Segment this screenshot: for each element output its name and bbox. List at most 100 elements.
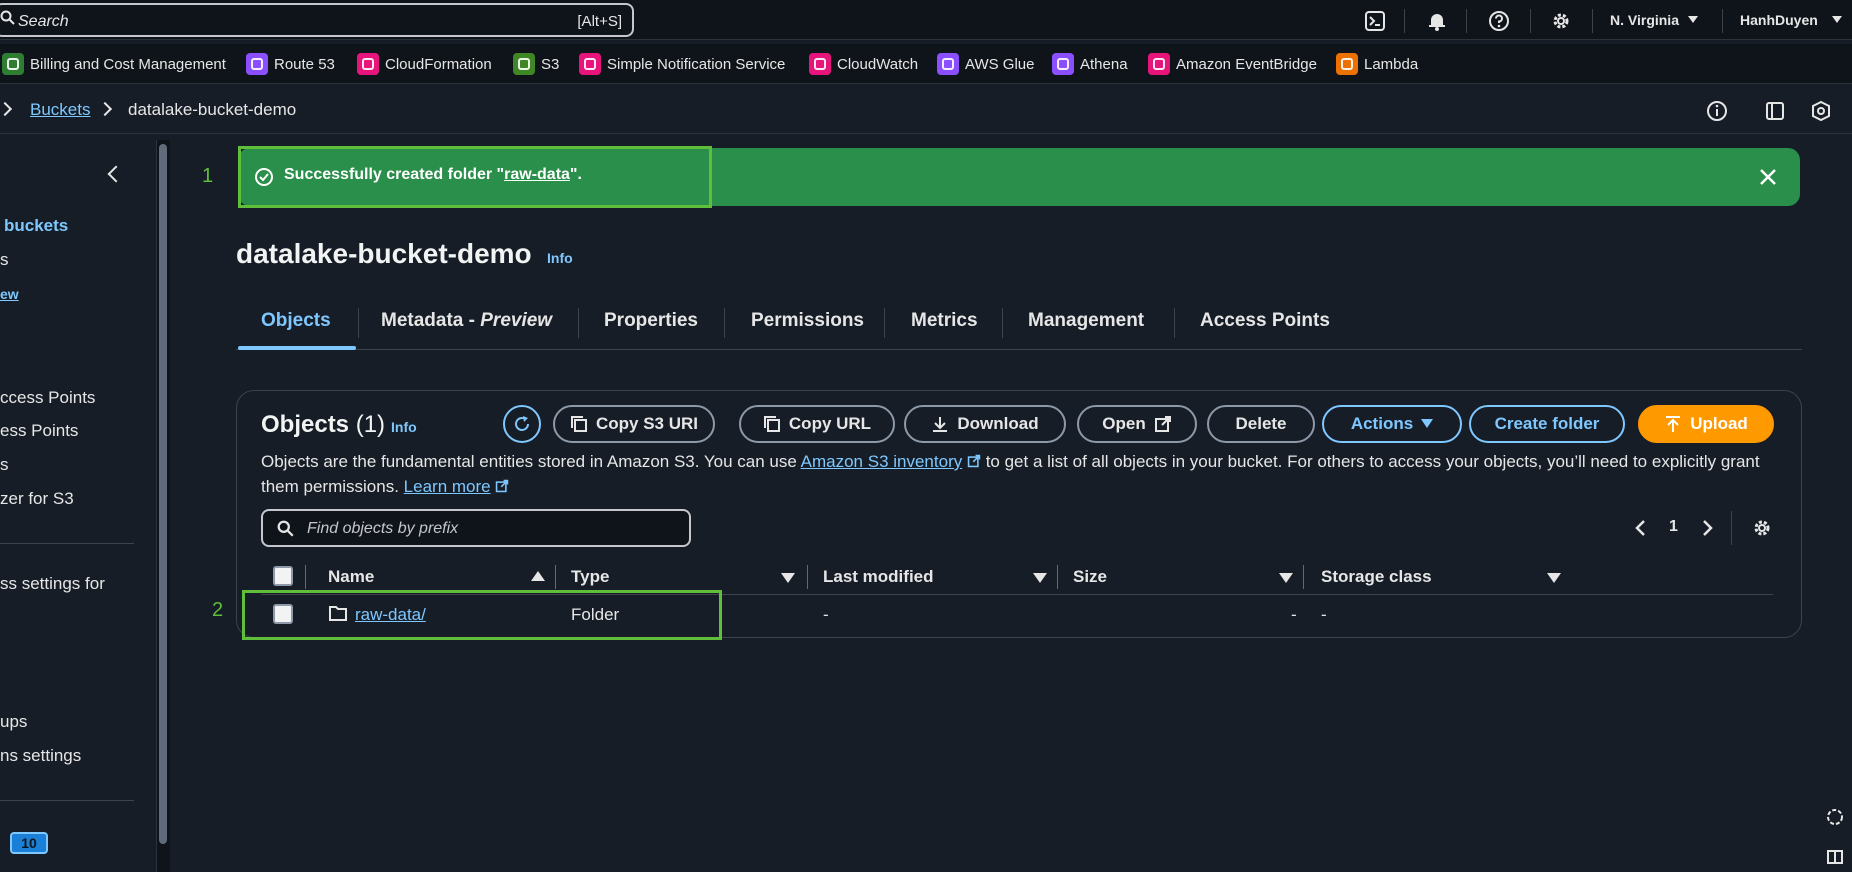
sidebar-scrollbar[interactable]: [159, 144, 167, 844]
tab-metrics[interactable]: Metrics: [911, 310, 978, 332]
sidebar-item-settings-2[interactable]: ns settings: [0, 746, 81, 766]
active-tab-indicator: [238, 346, 356, 350]
tab-management[interactable]: Management: [1028, 310, 1144, 332]
annotation-highlight-box: [238, 146, 712, 208]
sidebar-item-buckets[interactable]: buckets: [4, 216, 68, 236]
tab-objects[interactable]: Objects: [261, 310, 331, 332]
select-all-checkbox[interactable]: [273, 566, 293, 586]
sort-icon[interactable]: [1279, 573, 1293, 583]
favorite-glue[interactable]: AWS Glue: [937, 52, 1034, 76]
sort-icon[interactable]: [1033, 573, 1047, 583]
refresh-icon: [515, 416, 529, 431]
cloudwatch-service-icon: [809, 53, 831, 75]
column-header-size[interactable]: Size: [1073, 567, 1107, 587]
search-placeholder: Search: [18, 13, 69, 30]
notification-count-badge[interactable]: 10: [10, 832, 48, 854]
favorite-eventbridge[interactable]: Amazon EventBridge: [1148, 52, 1317, 76]
actions-dropdown-button[interactable]: Actions: [1322, 405, 1462, 443]
tab-metadata[interactable]: Metadata - Preview: [381, 310, 552, 332]
sidebar-item[interactable]: s: [0, 455, 9, 475]
feedback-icon[interactable]: [1826, 808, 1844, 826]
sidebar-item[interactable]: s: [0, 250, 9, 270]
copy-s3-uri-button[interactable]: Copy S3 URI: [553, 405, 715, 443]
page-title: datalake-bucket-demo: [236, 238, 532, 269]
sidebar-item-access-points-2[interactable]: ess Points: [0, 421, 78, 441]
security-icon[interactable]: [1810, 100, 1832, 122]
column-divider: [305, 565, 306, 589]
bucket-tabs: Objects Metadata - Preview Properties Pe…: [236, 298, 1802, 350]
region-selector[interactable]: N. Virginia: [1610, 12, 1679, 28]
previous-page-icon[interactable]: [1633, 519, 1647, 537]
column-divider: [555, 565, 556, 589]
book-icon[interactable]: [1826, 848, 1844, 866]
cloudshell-icon[interactable]: [1364, 10, 1386, 32]
column-header-type[interactable]: Type: [571, 567, 609, 587]
close-icon[interactable]: [1756, 165, 1780, 189]
sort-ascending-icon[interactable]: [531, 571, 545, 581]
s3-service-icon: [513, 53, 535, 75]
annotation-highlight-box: [242, 590, 722, 640]
table-settings-gear-icon[interactable]: [1751, 517, 1773, 539]
favorite-cloudwatch[interactable]: CloudWatch: [809, 52, 918, 76]
help-icon[interactable]: [1488, 10, 1510, 32]
favorite-lambda[interactable]: Lambda: [1336, 52, 1418, 76]
search-shortcut: [Alt+S]: [577, 13, 622, 30]
sidebar-item-settings[interactable]: ss settings for: [0, 574, 105, 594]
column-header-last-modified[interactable]: Last modified: [823, 567, 934, 587]
column-header-name[interactable]: Name: [328, 567, 374, 587]
sidebar-item-access-points[interactable]: ccess Points: [0, 388, 95, 408]
split-panel-icon[interactable]: [1764, 100, 1786, 122]
collapse-sidebar-icon[interactable]: [107, 165, 125, 183]
refresh-button[interactable]: [503, 405, 541, 443]
objects-description: Objects are the fundamental entities sto…: [261, 452, 1760, 496]
column-divider: [807, 565, 808, 589]
s3-inventory-link[interactable]: Amazon S3 inventory: [801, 452, 963, 471]
favorite-billing[interactable]: Billing and Cost Management: [2, 52, 226, 76]
favorite-route53[interactable]: Route 53: [246, 52, 335, 76]
tab-properties[interactable]: Properties: [604, 310, 698, 332]
account-menu[interactable]: HanhDuyen: [1740, 12, 1818, 28]
find-objects-input[interactable]: Find objects by prefix: [261, 509, 691, 547]
sidebar-item-groups[interactable]: ups: [0, 712, 27, 732]
copy-icon: [763, 416, 780, 432]
favorite-athena[interactable]: Athena: [1052, 52, 1128, 76]
open-button[interactable]: Open: [1077, 405, 1197, 443]
find-objects-placeholder: Find objects by prefix: [307, 520, 459, 537]
create-folder-button[interactable]: Create folder: [1469, 405, 1625, 443]
favorite-cloudformation[interactable]: CloudFormation: [357, 52, 492, 76]
eventbridge-service-icon: [1148, 53, 1170, 75]
next-page-icon[interactable]: [1701, 519, 1715, 537]
title-info-link[interactable]: Info: [547, 250, 573, 266]
notifications-bell-icon[interactable]: [1426, 10, 1448, 32]
copy-url-button[interactable]: Copy URL: [739, 405, 895, 443]
sort-icon[interactable]: [781, 573, 795, 583]
tab-access-points[interactable]: Access Points: [1200, 310, 1330, 332]
objects-info-link[interactable]: Info: [391, 419, 417, 435]
favorite-sns[interactable]: Simple Notification Service: [579, 52, 785, 76]
chevron-down-icon: [1688, 16, 1698, 23]
sidebar-item-analyzer[interactable]: zer for S3: [0, 489, 74, 509]
divider: [1466, 9, 1467, 33]
download-icon: [933, 417, 948, 432]
divider: [1731, 511, 1732, 545]
breadcrumb-buckets-link[interactable]: Buckets: [30, 100, 90, 120]
objects-count: (1): [355, 411, 386, 438]
sidebar-item-link[interactable]: ew: [0, 286, 19, 302]
favorite-s3[interactable]: S3: [513, 52, 559, 76]
billing-service-icon: [2, 53, 24, 75]
column-header-storage-class[interactable]: Storage class: [1321, 567, 1432, 587]
upload-button[interactable]: Upload: [1638, 405, 1774, 443]
learn-more-link[interactable]: Learn more: [404, 477, 491, 496]
external-link-icon: [967, 454, 981, 468]
delete-button[interactable]: Delete: [1207, 405, 1315, 443]
divider: [1722, 9, 1723, 33]
global-search-input[interactable]: Search [Alt+S]: [0, 3, 634, 37]
download-button[interactable]: Download: [904, 405, 1066, 443]
column-divider: [1057, 565, 1058, 589]
info-icon[interactable]: [1706, 100, 1728, 122]
favorites-bar: Billing and Cost Management Route 53 Clo…: [0, 44, 1852, 84]
settings-gear-icon[interactable]: [1550, 10, 1572, 32]
tab-permissions[interactable]: Permissions: [751, 310, 864, 332]
sort-icon[interactable]: [1547, 573, 1561, 583]
page-number[interactable]: 1: [1669, 518, 1678, 536]
